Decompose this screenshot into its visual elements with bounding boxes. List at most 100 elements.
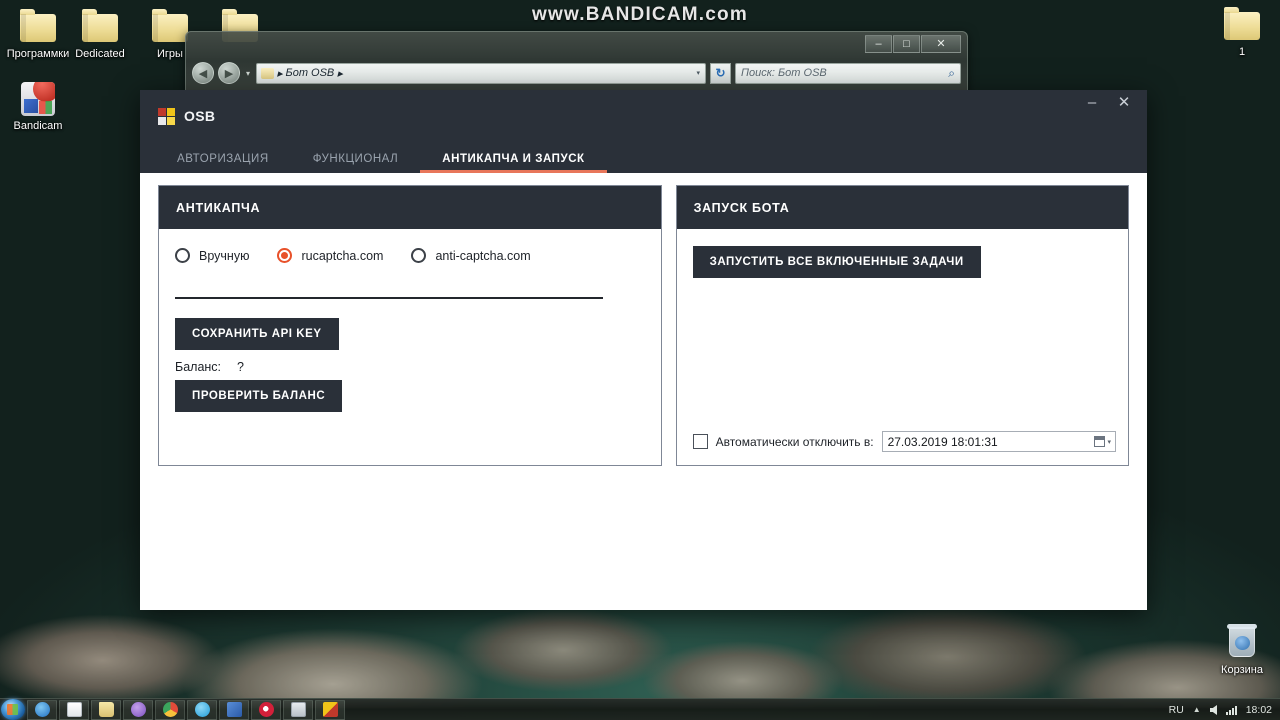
desktop: www.BANDICAM.com Программки Dedicated Иг… [0, 0, 1280, 720]
explorer-search-input[interactable]: Поиск: Бот OSB ⌕ [735, 62, 961, 84]
api-key-field-wrapper [159, 263, 661, 299]
anticaptcha-panel-title: АНТИКАПЧА [159, 186, 661, 229]
explorer-close-button[interactable]: ✕ [921, 35, 961, 53]
radio-label: Вручную [199, 248, 250, 263]
radio-button-icon [175, 248, 190, 263]
explorer-window[interactable]: – □ ✕ ◀ ▶ ▾ ▸ Бот OSB ▸ ▾ ↻ Поиск: Бот O… [185, 31, 968, 94]
taskbar-item-chrome[interactable] [155, 699, 185, 720]
explorer-minimize-button[interactable]: – [865, 35, 892, 53]
desktop-icon-recycle-bin[interactable]: Корзина [1204, 622, 1280, 677]
taskbar-item-osb[interactable] [315, 699, 345, 720]
forward-icon[interactable]: ▶ [218, 62, 240, 84]
desktop-icon-1[interactable]: 1 [1204, 4, 1280, 59]
history-dropdown-icon[interactable]: ▾ [246, 69, 250, 78]
anticaptcha-panel-body: Вручную rucaptcha.com anti-captcha.com С… [159, 229, 661, 465]
chevron-down-icon[interactable]: ▾ [696, 69, 700, 77]
captcha-service-radio-group: Вручную rucaptcha.com anti-captcha.com [159, 229, 661, 263]
anticaptcha-panel: АНТИКАПЧА Вручную rucaptcha.com anti-cap… [158, 185, 662, 466]
folder-icon [62, 6, 138, 46]
desktop-icon-label: Программки [6, 48, 70, 60]
network-icon[interactable] [1225, 704, 1237, 715]
radio-button-selected-icon [277, 248, 293, 263]
start-button[interactable] [1, 699, 25, 720]
refresh-icon[interactable]: ↻ [710, 62, 731, 84]
breadcrumb-separator-2: ▸ [337, 67, 343, 80]
radio-anticaptcha[interactable]: anti-captcha.com [411, 248, 531, 263]
desktop-icon-bandicam[interactable]: Bandicam [0, 78, 76, 133]
osb-application-window: OSB – ✕ АВТОРИЗАЦИЯ ФУНКЦИОНАЛ АНТИКАПЧА… [140, 90, 1147, 610]
taskbar-item-skype[interactable] [187, 699, 217, 720]
auto-shutdown-label: Автоматически отключить в: [715, 434, 874, 449]
tab-authorization[interactable]: АВТОРИЗАЦИЯ [155, 153, 291, 173]
radio-label: anti-captcha.com [435, 248, 531, 263]
opera-icon [258, 702, 274, 717]
show-hidden-icons-icon[interactable]: ▲ [1193, 705, 1201, 714]
breadcrumb-separator: ▸ [277, 67, 283, 80]
taskbar: RU ▲ 18:02 [0, 698, 1280, 720]
osb-app-icon [322, 702, 338, 717]
language-indicator[interactable]: RU [1169, 704, 1184, 716]
explorer-address-bar[interactable]: ▸ Бот OSB ▸ ▾ [256, 62, 706, 84]
taskbar-item-windows-copy[interactable] [283, 699, 313, 720]
osb-titlebar[interactable]: OSB [140, 90, 1147, 142]
notepad-icon [66, 702, 82, 717]
auto-shutdown-checkbox[interactable] [692, 434, 708, 449]
bot-launch-panel: ЗАПУСК БОТА ЗАПУСТИТЬ ВСЕ ВКЛЮЧЕННЫЕ ЗАД… [675, 185, 1129, 466]
save-api-key-button[interactable]: СОХРАНИТЬ API KEY [175, 318, 339, 350]
desktop-icon-label: Dedicated [75, 48, 125, 60]
radio-label: rucaptcha.com [301, 248, 384, 263]
taskbar-item-explorer[interactable] [91, 699, 121, 720]
breadcrumb-path: Бот OSB [285, 67, 335, 79]
minimize-button[interactable]: – [1083, 95, 1101, 110]
radio-manual[interactable]: Вручную [175, 248, 249, 263]
taskbar-item-internet-explorer[interactable] [27, 699, 57, 720]
balance-label: Баланс: [175, 360, 222, 374]
explorer-window-controls: – □ ✕ [865, 35, 961, 53]
bandicam-icon [0, 78, 76, 118]
auto-shutdown-datetime-input[interactable]: 27.03.2019 18:01:31 ▾ [881, 431, 1116, 452]
search-icon: ⌕ [948, 65, 955, 80]
taskbar-item-app-blue[interactable] [219, 699, 249, 720]
osb-content-area: АНТИКАПЧА Вручную rucaptcha.com anti-cap… [140, 173, 1147, 478]
desktop-icon-dedicated[interactable]: Dedicated [62, 6, 138, 61]
api-key-input[interactable] [175, 275, 603, 299]
folder-icon [1204, 4, 1280, 44]
clock[interactable]: 18:02 [1246, 704, 1272, 716]
app-title: OSB [184, 108, 216, 124]
auto-shutdown-row: Автоматически отключить в: 27.03.2019 18… [692, 431, 1116, 452]
desktop-icon-label: Игры [157, 48, 183, 60]
system-tray: RU ▲ 18:02 [1169, 704, 1280, 716]
taskbar-item-opera[interactable] [251, 699, 281, 720]
radio-rucaptcha[interactable]: rucaptcha.com [277, 248, 383, 263]
folder-icon [98, 702, 114, 717]
explorer-maximize-button[interactable]: □ [893, 35, 920, 53]
volume-icon[interactable] [1209, 704, 1217, 715]
datetime-value: 27.03.2019 18:01:31 [887, 434, 998, 449]
osb-header: OSB – ✕ АВТОРИЗАЦИЯ ФУНКЦИОНАЛ АНТИКАПЧА… [140, 90, 1147, 173]
desktop-icon-label: 1 [1238, 46, 1246, 58]
search-placeholder: Поиск: Бот OSB [741, 67, 827, 79]
app-blue-icon [226, 702, 242, 717]
calendar-icon [1094, 436, 1106, 447]
back-icon[interactable]: ◀ [192, 62, 214, 84]
taskbar-item-viber[interactable] [123, 699, 153, 720]
chrome-icon [162, 702, 178, 717]
copy-icon [290, 702, 306, 717]
viber-icon [130, 702, 146, 717]
internet-explorer-icon [34, 702, 50, 717]
osb-logo-icon [158, 107, 175, 125]
taskbar-item-notepad[interactable] [59, 699, 89, 720]
tab-anticaptcha-and-launch[interactable]: АНТИКАПЧА И ЗАПУСК [420, 153, 608, 173]
explorer-navigation-row: ◀ ▶ ▾ ▸ Бот OSB ▸ ▾ ↻ Поиск: Бот OSB ⌕ [192, 62, 961, 84]
osb-window-controls: – ✕ [1083, 95, 1133, 110]
close-button[interactable]: ✕ [1115, 95, 1133, 110]
tab-functional[interactable]: ФУНКЦИОНАЛ [291, 153, 421, 173]
balance-value: ? [237, 360, 244, 374]
radio-button-icon [411, 248, 427, 263]
bot-launch-panel-title: ЗАПУСК БОТА [676, 186, 1128, 229]
chevron-down-icon: ▾ [1107, 438, 1111, 446]
folder-icon [261, 67, 275, 79]
run-all-enabled-tasks-button[interactable]: ЗАПУСТИТЬ ВСЕ ВКЛЮЧЕННЫЕ ЗАДАЧИ [692, 246, 981, 278]
calendar-dropdown[interactable]: ▾ [1094, 436, 1111, 447]
check-balance-button[interactable]: ПРОВЕРИТЬ БАЛАНС [175, 380, 343, 412]
